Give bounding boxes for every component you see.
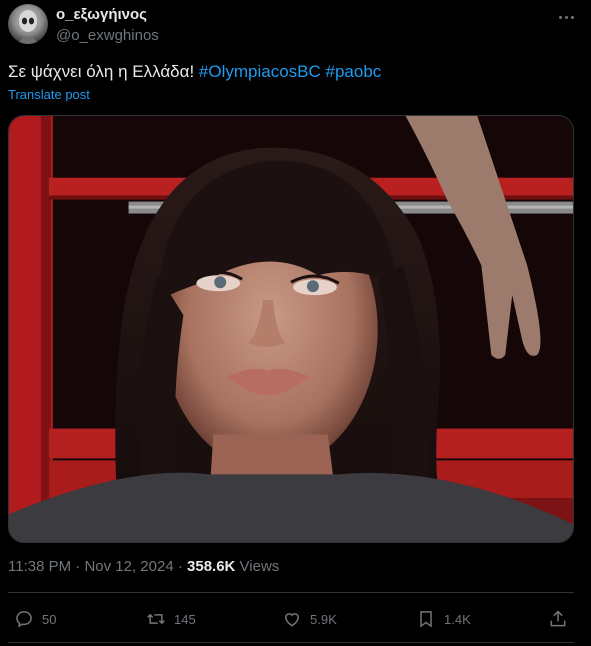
divider-top [8, 592, 574, 593]
repost-count: 145 [174, 611, 196, 627]
repost-button[interactable]: 145 [146, 609, 196, 629]
bookmark-button[interactable]: 1.4K [416, 609, 471, 629]
tweet-body: Σε ψάχνει όλη η Ελλάδα! [8, 62, 199, 81]
reply-icon [16, 611, 32, 628]
meta-separator-2: · [173, 558, 188, 575]
hashtag-paobc[interactable]: #paobc [326, 62, 382, 81]
repost-icon [147, 613, 165, 625]
author-handle[interactable]: @o_exwghinos [56, 26, 159, 46]
tweet-meta: 11:38 PM · Nov 12, 2024 · 358.6K Views [8, 557, 279, 577]
like-count: 5.9K [310, 611, 337, 627]
reply-count: 50 [42, 611, 57, 627]
avatar[interactable] [8, 4, 48, 44]
post-time[interactable]: 11:38 PM [8, 558, 71, 575]
tweet-header: ο_εξωγήινος @o_exwghinos [0, 0, 591, 50]
divider-bottom [8, 642, 574, 643]
like-button[interactable]: 5.9K [282, 609, 337, 629]
like-icon [284, 613, 300, 627]
views-label: Views [235, 558, 280, 575]
author-display-name[interactable]: ο_εξωγήινος [56, 6, 159, 24]
share-icon [550, 610, 566, 627]
more-icon[interactable] [555, 8, 577, 26]
action-bar: 50 145 5.9K 1.4K [0, 600, 591, 640]
bookmark-icon [420, 611, 432, 628]
bookmark-count: 1.4K [444, 611, 471, 627]
meta-separator: · [71, 558, 85, 575]
reply-button[interactable]: 50 [14, 609, 56, 629]
hashtag-olympiacosbc[interactable]: #OlympiacosBC [199, 62, 321, 81]
tweet-text: Σε ψάχνει όλη η Ελλάδα! #OlympiacosBC #p… [8, 60, 381, 84]
views-count: 358.6K [187, 558, 236, 575]
author-names: ο_εξωγήινος @o_exwghinos [56, 6, 159, 46]
tweet-media-image[interactable] [8, 115, 574, 543]
share-button[interactable] [548, 609, 568, 629]
post-date[interactable]: Nov 12, 2024 [84, 558, 173, 575]
translate-post-link[interactable]: Translate post [8, 87, 90, 103]
